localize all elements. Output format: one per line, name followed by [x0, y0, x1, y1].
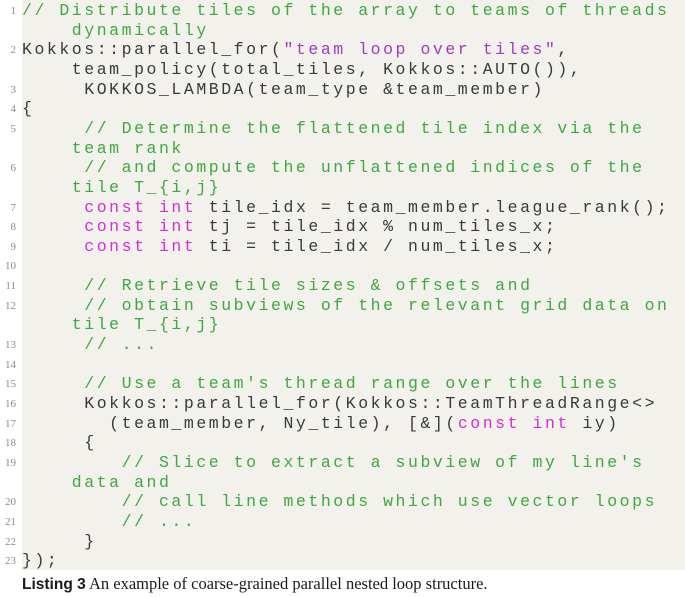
- code-line-15: 15 // Use a team's thread range over the…: [5, 374, 620, 394]
- code-keyword: const int: [84, 236, 197, 256]
- listing-caption: Listing 3 An example of coarse-grained p…: [22, 574, 488, 594]
- line-number: 23: [5, 555, 16, 568]
- code-text: ti = tile_idx / num_tiles_x;: [196, 236, 558, 256]
- code-line-21: 21 // ...: [5, 511, 197, 532]
- code-line-2: 2 Kokkos::parallel_for("team loop over ti…: [11, 40, 570, 60]
- code-text: KOKKOS_LAMBDA(team_type &team_member): [22, 79, 545, 99]
- code-text: Kokkos::parallel_for(: [22, 40, 284, 60]
- code-line-8: 8 const int tj = tile_idx % num_tiles_x;: [11, 217, 558, 237]
- code-line-continuation: tile T_{i,j}: [22, 315, 221, 335]
- code-line-11: 11 // Retrieve tile sizes & offsets and: [5, 276, 533, 296]
- code-line-continuation: dynamically: [22, 21, 209, 41]
- code-line-9: 9 const int ti = tile_idx / num_tiles_x;: [11, 236, 558, 257]
- line-number: 1: [10, 5, 17, 17]
- code-line-continuation: team rank: [22, 139, 184, 159]
- code-text: ,: [557, 40, 570, 60]
- code-text: iy): [569, 413, 620, 433]
- line-number: 8: [10, 221, 17, 234]
- code-keyword: const int: [457, 413, 570, 433]
- code-line-20: 20 // call line methods which use vector…: [5, 492, 658, 512]
- code-comment: // ...: [22, 335, 159, 355]
- code-line-5: 5 // Determine the flattened tile index …: [11, 118, 645, 139]
- code-comment: // Use a team's thread range over the li…: [22, 374, 620, 394]
- code-line-23: 23});: [5, 551, 60, 571]
- code-comment: // Determine the flattened tile index vi…: [22, 118, 645, 138]
- code-comment: tile T_{i,j}: [22, 315, 222, 335]
- line-number: 15: [5, 378, 16, 391]
- line-number: 2: [10, 44, 17, 57]
- code-listing: 1 // Distribute tiles of the array to tea…: [5, 0, 685, 571]
- code-comment: // ...: [22, 511, 197, 531]
- code-line-3: 3 KOKKOS_LAMBDA(team_type &team_member): [11, 79, 545, 100]
- code-text: (team_member, Ny_tile), [&](: [22, 413, 458, 433]
- code-text: });: [22, 551, 60, 571]
- line-number: 9: [10, 240, 17, 253]
- code-text: tj = tile_idx % num_tiles_x;: [196, 217, 558, 237]
- line-number: 21: [5, 515, 16, 528]
- code-line-13: 13 // ...: [5, 335, 159, 355]
- code-line-19: 19 // Slice to extract a subview of my l…: [5, 452, 645, 473]
- code-text: {: [22, 433, 97, 453]
- line-number: 12: [5, 299, 16, 312]
- line-number: 17: [5, 417, 16, 430]
- line-number: 19: [5, 456, 16, 469]
- line-number: 5: [10, 122, 17, 135]
- code-line-12: 12 // obtain subviews of the relevant gr…: [5, 295, 670, 316]
- code-line-4: 4{: [11, 99, 35, 119]
- caption-text: An example of coarse-grained parallel ne…: [85, 574, 488, 593]
- code-line-continuation: tile T_{i,j}: [22, 178, 221, 198]
- code-comment: // call line methods which use vector lo…: [22, 492, 658, 512]
- line-number: 18: [5, 437, 16, 450]
- line-number: 7: [10, 201, 17, 214]
- code-keyword: const int: [84, 217, 197, 237]
- code-comment: team rank: [22, 138, 184, 158]
- code-line-7: 7 const int tile_idx = team_member.leagu…: [11, 197, 670, 218]
- code-line-16: 16 Kokkos::parallel_for(Kokkos::TeamThre…: [5, 394, 658, 414]
- code-text: tile_idx = team_member.league_rank();: [196, 197, 670, 217]
- line-number: 10: [5, 260, 16, 273]
- code-string: "team loop over tiles": [283, 40, 558, 60]
- code-keyword: const int: [84, 197, 197, 217]
- line-number: 4: [10, 103, 17, 116]
- code-comment: // obtain subviews of the relevant grid …: [22, 295, 670, 315]
- code-text: team_policy(total_tiles, Kokkos::AUTO())…: [22, 59, 583, 79]
- code-comment: data and: [22, 472, 172, 492]
- code-line-17: 17 (team_member, Ny_tile), [&](const int…: [5, 413, 620, 434]
- code-comment: // Distribute tiles of the array to team…: [22, 1, 670, 20]
- code-line-1: 1 // Distribute tiles of the array to tea…: [11, 1, 670, 21]
- line-number: 11: [5, 280, 16, 293]
- line-number: 20: [5, 496, 16, 509]
- line-number: 14: [5, 358, 16, 371]
- code-line-6: 6 // and compute the unflattened indices…: [11, 158, 645, 178]
- line-number: 13: [5, 339, 16, 352]
- code-comment: // Retrieve tile sizes & offsets and: [22, 276, 533, 296]
- code-line-continuation: team_policy(total_tiles, Kokkos::AUTO())…: [22, 60, 582, 80]
- code-text: }: [22, 531, 97, 551]
- code-text: {: [22, 99, 35, 119]
- code-comment: tile T_{i,j}: [22, 177, 222, 197]
- caption-label: Listing 3: [22, 576, 86, 593]
- line-number: 22: [5, 535, 16, 548]
- code-comment: dynamically: [22, 20, 209, 40]
- code-comment: // and compute the unflattened indices o…: [22, 158, 645, 178]
- code-line-22: 22 }: [5, 531, 97, 552]
- code-comment: // Slice to extract a subview of my line…: [22, 452, 645, 472]
- code-text: Kokkos::parallel_for(Kokkos::TeamThreadR…: [22, 394, 658, 413]
- line-number: 16: [5, 398, 16, 410]
- code-line-continuation: data and: [22, 473, 171, 493]
- line-number: 6: [10, 162, 17, 175]
- line-number: 3: [10, 83, 17, 96]
- code-line-18: 18 {: [5, 433, 97, 453]
